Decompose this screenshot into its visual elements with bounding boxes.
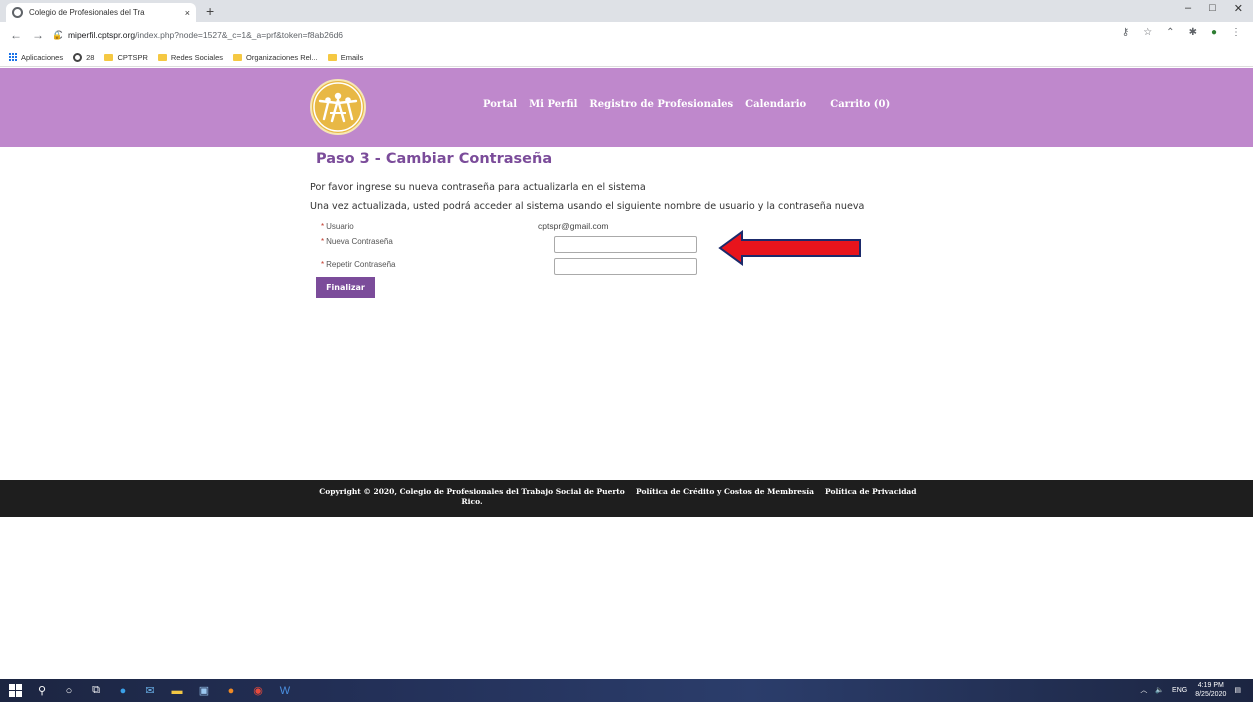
new-password-label: * Nueva Contraseña [321, 237, 393, 246]
password-form: Paso 3 - Cambiar Contraseña Por favor in… [310, 151, 936, 298]
language-indicator[interactable]: ENG [1172, 687, 1187, 694]
tab-title: Colegio de Profesionales del Tra [29, 8, 145, 17]
maximize-button[interactable]: □ [1209, 2, 1216, 15]
puzzle-icon[interactable]: ✱ [1189, 27, 1197, 38]
intro-text: Por favor ingrese su nueva contraseña pa… [310, 182, 646, 193]
browser-tab[interactable]: Colegio de Profesionales del Tra × [6, 3, 196, 22]
mail-icon[interactable]: ✉ [143, 684, 157, 697]
new-tab-button[interactable]: + [206, 3, 214, 19]
people-logo-icon [313, 82, 363, 132]
folder-icon [157, 53, 167, 61]
bookmark-label: Organizaciones Rel... [246, 52, 318, 62]
globe-icon [12, 7, 23, 18]
chrome-icon[interactable]: ◉ [251, 684, 265, 697]
required-mark: * [321, 222, 325, 231]
footer-link-privacidad[interactable]: Política de Privacidad [825, 487, 917, 496]
task-view-icon[interactable]: ⧉ [89, 684, 103, 697]
copyright-text: Copyright © 2020, Colegio de Profesional… [319, 487, 625, 506]
page-title: Paso 3 - Cambiar Contraseña [316, 151, 553, 167]
bookmark-apps[interactable]: Aplicaciones [8, 53, 63, 62]
cortana-icon[interactable]: ○ [62, 684, 76, 697]
bookmark-redes-sociales[interactable]: Redes Sociales [157, 52, 223, 62]
site-header: Portal Mi Perfil Registro de Profesional… [0, 68, 1253, 147]
folder-icon [104, 53, 114, 61]
username-label: * Usuario [321, 222, 354, 231]
tab-close-button[interactable]: × [185, 8, 190, 18]
taskbar: ⚲ ○ ⧉ ● ✉ ▬ ▣ ● ◉ W ︿ 🔈 ENG 4:19 PM 8/25… [0, 679, 1253, 702]
bookmark-label: Aplicaciones [21, 52, 64, 62]
browser-tab-strip: Colegio de Profesionales del Tra × + – □… [0, 0, 1253, 22]
minimize-button[interactable]: – [1185, 2, 1191, 15]
globe-icon [73, 52, 83, 62]
file-explorer-icon[interactable]: ▬ [170, 684, 184, 697]
key-icon[interactable]: ⚷ [1122, 27, 1129, 38]
bookmark-28[interactable]: 28 [73, 52, 95, 62]
bookmark-label: 28 [86, 52, 95, 62]
clock[interactable]: 4:19 PM 8/25/2020 [1195, 681, 1226, 699]
menu-cart[interactable]: Carrito (0) [830, 99, 890, 110]
search-icon[interactable]: ⚲ [35, 684, 49, 697]
username-value: cptspr@gmail.com [538, 221, 609, 231]
main-menu: Portal Mi Perfil Registro de Profesional… [483, 99, 890, 110]
bookmark-emails[interactable]: Emails [327, 52, 364, 62]
apps-icon [8, 53, 17, 62]
bookmark-cptspr[interactable]: CPTSPR [104, 52, 148, 62]
firefox-icon[interactable]: ● [224, 684, 238, 697]
lock-icon: 🔒 [52, 30, 62, 40]
browser-toolbar: ← → C 🔒 miperfil.cptspr.org/index.php?no… [0, 22, 1253, 48]
extension-arrow-icon[interactable]: ⌃ [1166, 27, 1174, 38]
menu-calendario[interactable]: Calendario [745, 99, 806, 110]
word-icon[interactable]: W [278, 684, 292, 697]
folder-icon [327, 53, 337, 61]
footer-link-credito[interactable]: Política de Crédito y Costos de Membresí… [636, 487, 814, 496]
red-arrow-annotation [718, 230, 861, 266]
note-text: Una vez actualizada, usted podrá acceder… [310, 201, 865, 212]
forward-icon[interactable]: → [32, 28, 44, 42]
store-icon[interactable]: ▣ [197, 684, 211, 697]
bookmark-label: Redes Sociales [170, 52, 223, 62]
url-path: /index.php?node=1527&_c=1&_a=prf&token=f… [135, 30, 344, 40]
menu-mi-perfil[interactable]: Mi Perfil [529, 99, 577, 110]
repeat-password-input[interactable] [554, 258, 697, 275]
volume-icon[interactable]: 🔈 [1155, 686, 1164, 694]
system-tray: ︿ 🔈 ENG 4:19 PM 8/25/2020 ▤ [1140, 681, 1241, 699]
bookmark-label: CPTSPR [117, 52, 148, 62]
windows-start-icon[interactable] [9, 684, 22, 697]
edge-icon[interactable]: ● [116, 684, 130, 697]
profile-tree-icon[interactable]: ● [1211, 27, 1217, 38]
menu-portal[interactable]: Portal [483, 99, 517, 110]
close-window-button[interactable]: ✕ [1234, 2, 1243, 15]
menu-dots-icon[interactable]: ⋮ [1231, 27, 1241, 38]
address-bar[interactable]: 🔒 miperfil.cptspr.org/index.php?node=152… [52, 26, 1102, 44]
site-footer: Copyright © 2020, Colegio de Profesional… [0, 480, 1253, 517]
finalizar-button[interactable]: Finalizar [316, 277, 375, 298]
bookmark-label: Emails [340, 52, 364, 62]
notifications-icon[interactable]: ▤ [1234, 686, 1241, 694]
folder-icon [233, 53, 242, 61]
new-password-input[interactable] [554, 236, 697, 253]
chevron-up-icon[interactable]: ︿ [1140, 685, 1147, 695]
repeat-password-label: * Repetir Contraseña [321, 260, 396, 269]
back-icon[interactable]: ← [10, 28, 22, 42]
site-logo[interactable] [310, 79, 366, 135]
clock-date: 8/25/2020 [1195, 691, 1227, 698]
extension-bar: ⚷ ☆ ⌃ ✱ ● ⋮ [1122, 27, 1241, 38]
clock-time: 4:19 PM [1197, 682, 1224, 689]
star-icon[interactable]: ☆ [1143, 27, 1152, 38]
bookmarks-bar: Aplicaciones 28 CPTSPR Redes Sociales Or… [0, 48, 1253, 67]
window-controls: – □ ✕ [1185, 2, 1243, 15]
required-mark: * [321, 260, 325, 269]
menu-registro[interactable]: Registro de Profesionales [589, 99, 733, 110]
url-domain: miperfil.cptspr.org [67, 30, 136, 40]
bookmark-organizaciones[interactable]: Organizaciones Rel... [233, 53, 318, 62]
required-mark: * [321, 237, 325, 246]
